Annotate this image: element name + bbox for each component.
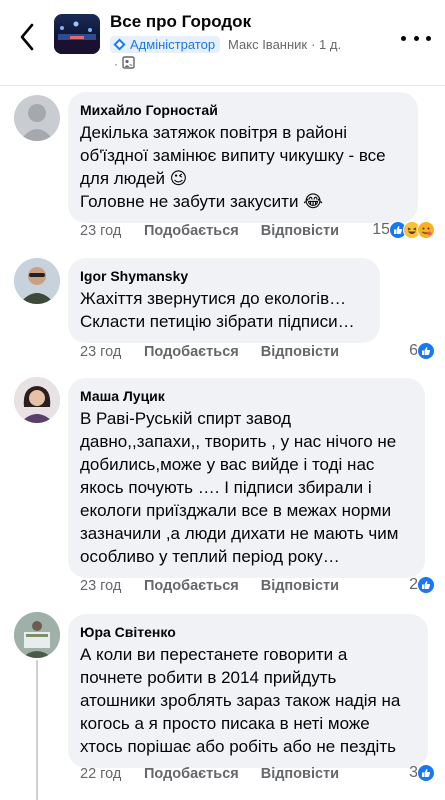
comment-text: Жахіття звернутися до екологів… Скласти … bbox=[80, 289, 355, 331]
comment-time: 23 год bbox=[80, 578, 122, 594]
more-options-button[interactable] bbox=[401, 28, 431, 48]
post-meta: Адміністратор Макс Іванник · 1 д. bbox=[110, 36, 341, 53]
privacy-dot: · bbox=[114, 57, 118, 71]
comment-bubble: Юра Світенко А коли ви перестанете говор… bbox=[68, 614, 428, 768]
comment-actions: 23 год Подобається Відповісти bbox=[80, 223, 361, 239]
avatar[interactable] bbox=[14, 95, 60, 141]
commenter-name[interactable]: Маша Луцик bbox=[80, 387, 413, 405]
avatar[interactable] bbox=[14, 258, 60, 304]
commenter-name[interactable]: Юра Світенко bbox=[80, 623, 416, 641]
post-time: · 1 д. bbox=[311, 37, 342, 52]
admin-badge-label: Адміністратор bbox=[130, 37, 216, 52]
reply-button[interactable]: Відповісти bbox=[261, 344, 339, 360]
avatar[interactable] bbox=[14, 377, 60, 423]
comment-time: 23 год bbox=[80, 223, 122, 239]
comment-time: 23 год bbox=[80, 344, 122, 360]
comment-text: Декілька затяжок повітря в районі об'їзд… bbox=[80, 123, 386, 211]
like-button[interactable]: Подобається bbox=[144, 578, 239, 594]
comment-text: В Раві-Руській спирт завод давно,,запахи… bbox=[80, 409, 399, 566]
reply-button[interactable]: Відповісти bbox=[261, 223, 339, 239]
post-author[interactable]: Макс Іванник bbox=[228, 37, 307, 52]
like-reaction-icon bbox=[417, 764, 435, 782]
reply-button[interactable]: Відповісти bbox=[261, 766, 339, 782]
comment-bubble: Михайло Горностай Декілька затяжок повіт… bbox=[68, 92, 418, 223]
privacy-row: · bbox=[114, 56, 135, 72]
reactions-summary[interactable]: 3 bbox=[409, 764, 435, 782]
thread-line bbox=[36, 660, 38, 800]
like-reaction-icon bbox=[417, 342, 435, 360]
group-privacy-icon bbox=[122, 56, 135, 72]
group-avatar[interactable] bbox=[54, 14, 100, 54]
comment-bubble: Маша Луцик В Раві-Руській спирт завод да… bbox=[68, 378, 425, 578]
like-button[interactable]: Подобається bbox=[144, 766, 239, 782]
post-header: Все про Городок Адміністратор Макс Іванн… bbox=[0, 0, 445, 86]
comment-actions: 22 год Подобається Відповісти bbox=[80, 766, 361, 782]
like-button[interactable]: Подобається bbox=[144, 223, 239, 239]
like-button[interactable]: Подобається bbox=[144, 344, 239, 360]
back-button[interactable] bbox=[14, 22, 40, 52]
comment-actions: 23 год Подобається Відповісти bbox=[80, 578, 361, 594]
reactions-summary[interactable]: 15 bbox=[372, 221, 435, 239]
admin-shield-icon bbox=[113, 38, 126, 51]
commenter-name[interactable]: Igor Shymansky bbox=[80, 267, 368, 285]
group-title[interactable]: Все про Городок bbox=[110, 12, 251, 32]
comment-bubble: Igor Shymansky Жахіття звернутися до еко… bbox=[68, 258, 380, 343]
reactions-summary[interactable]: 2 bbox=[409, 576, 435, 594]
reactions-summary[interactable]: 6 bbox=[409, 342, 435, 360]
comment-time: 22 год bbox=[80, 766, 122, 782]
comment-text: А коли ви перестанете говорити а почнете… bbox=[80, 645, 401, 756]
avatar[interactable] bbox=[14, 612, 60, 658]
commenter-name[interactable]: Михайло Горностай bbox=[80, 101, 406, 119]
comment-actions: 23 год Подобається Відповісти bbox=[80, 344, 361, 360]
chevron-left-icon bbox=[20, 23, 34, 51]
more-dots-icon bbox=[401, 35, 406, 41]
reply-button[interactable]: Відповісти bbox=[261, 578, 339, 594]
wow-reaction-icon bbox=[417, 221, 435, 239]
reaction-count: 15 bbox=[372, 221, 390, 238]
like-reaction-icon bbox=[417, 576, 435, 594]
admin-badge: Адміністратор bbox=[110, 36, 221, 53]
